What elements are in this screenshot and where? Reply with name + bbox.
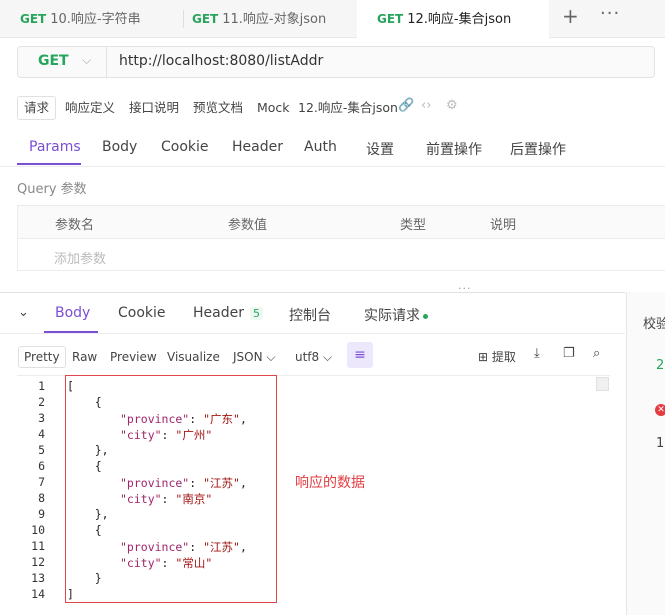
column-desc: 说明	[490, 218, 517, 233]
panel-divider	[0, 292, 625, 293]
line-number: 5	[38, 443, 45, 457]
column-name: 参数名	[55, 218, 95, 233]
scrollbar[interactable]	[596, 377, 609, 391]
doc-tab-api-desc[interactable]: 接口说明	[129, 96, 179, 120]
collapse-chevron-icon[interactable]: ⌄	[18, 305, 29, 320]
response-tab-cookie[interactable]: Cookie	[118, 305, 166, 321]
resize-handle-icon[interactable]: ···	[458, 282, 472, 295]
response-tab-body[interactable]: Body	[55, 305, 90, 321]
url-input[interactable]: http://localhost:8080/listAddr	[119, 53, 323, 69]
line-number: 2	[38, 395, 45, 409]
line-number: 11	[31, 539, 45, 553]
line-number: 14	[31, 587, 45, 601]
doc-tab-mock[interactable]: Mock	[257, 96, 290, 120]
side-panel-title: 校验	[643, 317, 665, 332]
table-header: 参数名 参数值 类型 说明	[18, 206, 665, 239]
query-param-table: 参数名 参数值 类型 说明 添加参数	[17, 205, 665, 271]
tab-post-ops[interactable]: 后置操作	[510, 139, 566, 159]
response-tab-header-label: Header	[193, 305, 244, 321]
annotation-label: 响应的数据	[295, 475, 365, 491]
format-raw[interactable]: Raw	[72, 346, 97, 368]
tab-method: GET	[192, 12, 219, 26]
extract-label: 提取	[491, 350, 516, 364]
add-tab-button[interactable]: +	[562, 4, 579, 28]
format-pretty[interactable]: Pretty	[18, 346, 66, 368]
side-panel	[626, 292, 665, 615]
extract-icon: ⊞	[478, 350, 489, 364]
request-tab-12[interactable]: GET 12.响应-集合json	[357, 0, 549, 38]
line-number: 1	[38, 379, 45, 393]
tab-method: GET	[20, 12, 47, 26]
link-icon[interactable]: 🔗	[398, 98, 414, 113]
settings-icon[interactable]: ⚙	[446, 98, 458, 113]
doc-tab-preview[interactable]: 预览文档	[193, 96, 243, 120]
line-number: 8	[38, 491, 45, 505]
tab-pre-ops[interactable]: 前置操作	[426, 139, 482, 159]
query-section-title: Query 参数	[17, 182, 87, 197]
tab-title: 10.响应-字符串	[50, 12, 141, 27]
content-type-select[interactable]: JSON ⌵	[233, 346, 276, 368]
annotation-box	[65, 375, 277, 603]
method-select[interactable]: GET	[38, 53, 69, 69]
format-preview[interactable]: Preview	[110, 346, 157, 368]
encoding-select[interactable]: utf8 ⌵	[295, 346, 332, 368]
line-number: 3	[38, 411, 45, 425]
tab-divider	[0, 166, 665, 167]
content-type-value: JSON	[233, 350, 263, 364]
line-number: 6	[38, 459, 45, 473]
tab-title: 11.响应-对象json	[222, 12, 327, 27]
status-code: 20	[656, 358, 665, 373]
chevron-down-icon: ⌵	[266, 350, 276, 364]
response-tab-console[interactable]: 控制台	[289, 305, 331, 325]
add-param-input[interactable]: 添加参数	[54, 248, 106, 267]
column-value: 参数值	[228, 218, 268, 233]
line-number: 13	[31, 571, 45, 585]
line-number: 10	[31, 523, 45, 537]
doc-tab-request[interactable]: 请求	[17, 96, 57, 120]
request-tab-11[interactable]: GET 11.响应-对象json	[172, 0, 355, 38]
tab-method: GET	[377, 12, 404, 26]
copy-icon[interactable]: ❐	[563, 346, 575, 361]
tab-title: 12.响应-集合json	[407, 12, 512, 27]
chevron-down-icon: ⌵	[323, 350, 333, 364]
tab-auth[interactable]: Auth	[304, 139, 337, 155]
api-name-label[interactable]: 12.响应-集合json	[298, 96, 398, 120]
side-panel-item: 1.	[656, 436, 665, 451]
url-bar: GET ⌵ http://localhost:8080/listAddr	[17, 46, 655, 78]
line-number: 7	[38, 475, 45, 489]
response-tab-actual-request[interactable]: 实际请求	[364, 305, 428, 325]
url-divider	[106, 47, 107, 77]
line-number: 9	[38, 507, 45, 521]
tab-body[interactable]: Body	[102, 139, 137, 155]
response-tab-header[interactable]: Header 5	[193, 305, 263, 321]
download-icon[interactable]: ⤓	[534, 346, 540, 361]
tab-header[interactable]: Header	[232, 139, 283, 155]
status-dot-icon	[423, 313, 428, 319]
response-tab-actual-label: 实际请求	[364, 308, 420, 324]
error-icon: ✕	[655, 404, 665, 416]
tab-params[interactable]: Params	[29, 139, 81, 155]
tab-cookie[interactable]: Cookie	[161, 139, 209, 155]
header-count-badge: 5	[249, 307, 263, 320]
more-tabs-icon[interactable]: ···	[600, 3, 620, 24]
tab-settings[interactable]: 设置	[366, 139, 394, 159]
search-icon[interactable]: ⌕	[593, 346, 600, 361]
code-icon[interactable]: ‹›	[421, 98, 431, 113]
format-visualize[interactable]: Visualize	[167, 346, 220, 368]
wrap-lines-icon[interactable]: ≡	[347, 342, 373, 368]
line-number: 12	[31, 555, 45, 569]
chevron-down-icon[interactable]: ⌵	[82, 53, 91, 68]
extract-button[interactable]: ⊞ 提取	[478, 346, 516, 368]
encoding-value: utf8	[295, 350, 320, 364]
tab-divider	[0, 333, 625, 334]
doc-tab-response-def[interactable]: 响应定义	[65, 96, 115, 120]
line-number: 4	[38, 427, 45, 441]
active-tab-indicator	[17, 163, 81, 165]
column-type: 类型	[400, 218, 427, 233]
request-tab-10[interactable]: GET 10.响应-字符串	[0, 0, 183, 38]
